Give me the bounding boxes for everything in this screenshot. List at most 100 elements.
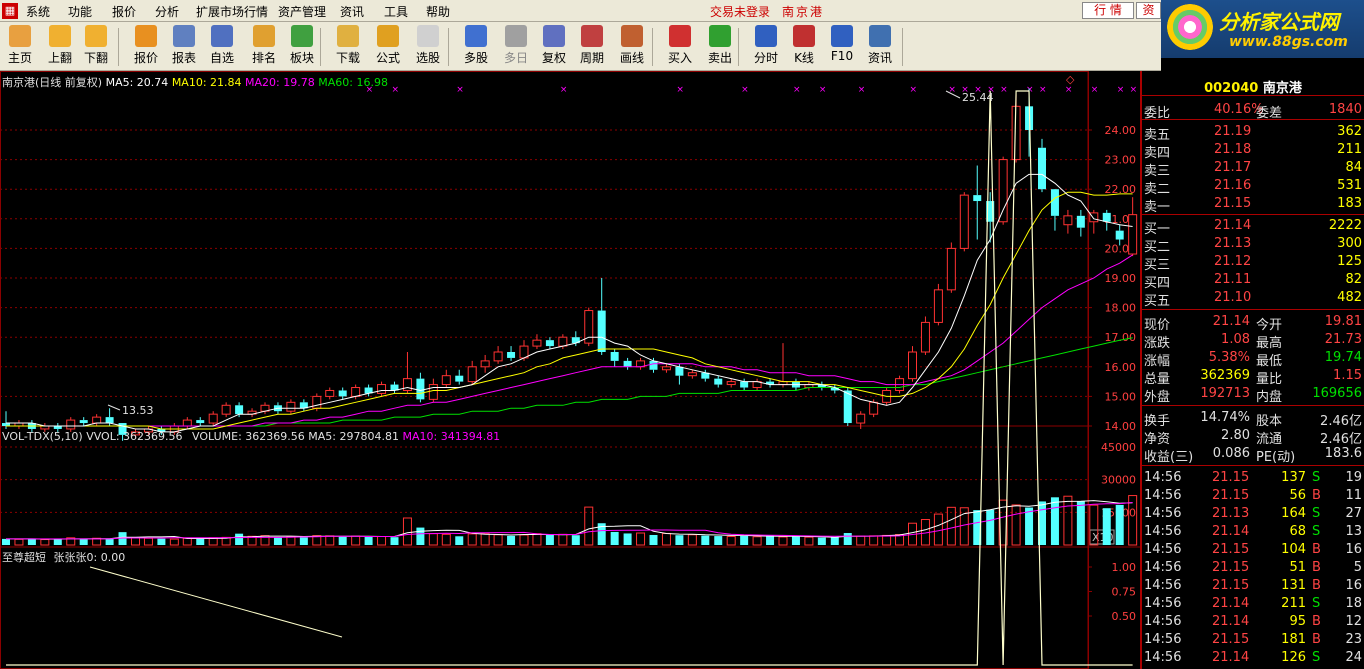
candle-body: [597, 310, 606, 352]
signal-marker: ×: [1130, 85, 1138, 95]
volume-bar: [610, 531, 619, 545]
toolbar-button-f8[interactable]: 周期: [574, 24, 610, 68]
sell-icon: [709, 25, 731, 47]
menu-item-analysis[interactable]: 分析: [155, 3, 179, 20]
volume-bar: [661, 532, 671, 546]
volume-bar: [299, 537, 308, 545]
panel-divider: [1142, 214, 1364, 215]
tick-volume: 68: [1289, 524, 1306, 539]
toolbar-button-intraday[interactable]: 分时: [748, 24, 784, 68]
blocks-icon: [291, 25, 313, 47]
toolbar: 主页 上翻 下翻 报价 报表 自选 排名 板块 下载 公式 选股 多股 多日 复权 周期 画线 买入 卖出 分时 K线…: [0, 22, 1161, 71]
toolbar-separator: [902, 28, 903, 66]
intraday-icon: [755, 25, 777, 47]
toolbar-button-sell[interactable]: 卖出: [702, 24, 738, 68]
multi-stock-icon: [465, 25, 487, 47]
kline-chart[interactable]: 24.0023.0022.0021.0020.0019.0018.0017.00…: [0, 71, 1140, 669]
candle-body: [467, 366, 477, 383]
candle-body: [351, 387, 361, 397]
toolbar-button-report[interactable]: 报表: [166, 24, 202, 68]
tick-time: 14:56: [1144, 542, 1182, 557]
candle-body: [740, 381, 749, 388]
order-volume: 125: [1337, 254, 1362, 269]
tick-direction: S: [1312, 470, 1321, 485]
order-volume: 2222: [1328, 218, 1362, 233]
menu-item-news[interactable]: 资讯: [340, 3, 364, 20]
toolbar-label: 卖出: [707, 51, 732, 65]
menu-item-system[interactable]: 系统: [26, 3, 50, 20]
volume-bar: [14, 538, 24, 546]
toolbar-button-kline[interactable]: K线: [786, 24, 822, 68]
toolbar-button-home[interactable]: 主页: [2, 24, 38, 68]
buy-order-row: 买四 21.11 82: [1142, 271, 1364, 291]
vvol-legend: VVOL: 362369.56: [86, 430, 183, 443]
tick-price: 21.15: [1212, 542, 1250, 557]
signal-marker: ×: [1039, 85, 1047, 95]
menu-item-quote[interactable]: 报价: [112, 3, 136, 20]
toolbar-button-buy[interactable]: 买入: [662, 24, 698, 68]
current-stock-name: 南京港: [782, 5, 825, 19]
asset-mode-button[interactable]: 资: [1136, 2, 1161, 19]
tick-time: 14:56: [1144, 560, 1182, 575]
order-price: 21.10: [1214, 290, 1252, 305]
stat-label: 收益(三): [1144, 450, 1194, 465]
toolbar-button-arrow-up[interactable]: 上翻: [42, 24, 78, 68]
toolbar-button-yen[interactable]: 报价: [128, 24, 164, 68]
volume-bar: [532, 533, 542, 546]
toolbar-button-f10[interactable]: F10: [824, 24, 860, 68]
trade-login-status[interactable]: 交易未登录: [710, 3, 770, 20]
toolbar-button-f6[interactable]: 自选: [204, 24, 240, 68]
volume-bar: [507, 535, 516, 545]
candle-body: [623, 360, 632, 367]
tick-volume: 181: [1281, 632, 1306, 647]
volume-bar: [131, 537, 140, 546]
candle-body: [973, 195, 982, 202]
menu-item-asset-management[interactable]: 资产管理: [278, 3, 326, 20]
menu-item-function[interactable]: 功能: [68, 3, 92, 20]
toolbar-button-formula[interactable]: 公式: [370, 24, 406, 68]
volume-bar: [493, 534, 503, 546]
volume-bar: [778, 536, 788, 546]
volume-ma5-line: [6, 500, 1133, 540]
tick-count: 18: [1345, 596, 1362, 611]
stat-value: 362369: [1200, 368, 1250, 383]
formula-icon: [377, 25, 399, 47]
toolbar-button-stock-select[interactable]: 选股: [410, 24, 446, 68]
toolbar-button-ranking[interactable]: 排名: [246, 24, 282, 68]
candle-body: [908, 351, 917, 380]
buy-order-row: 买一 21.14 2222: [1142, 217, 1364, 237]
toolbar-button-arrow-down[interactable]: 下翻: [78, 24, 114, 68]
menu-item-extended-market[interactable]: 扩展市场行情: [196, 3, 268, 20]
tick-count: 24: [1345, 650, 1362, 665]
menu-item-tools[interactable]: 工具: [384, 3, 408, 20]
site-banner[interactable]: 分析家公式网 www.88gs.com: [1161, 0, 1364, 58]
toolbar-button-download[interactable]: 下载: [330, 24, 366, 68]
toolbar-button-multi-stock[interactable]: 多股: [458, 24, 494, 68]
tick-row: 14:56 21.13 164 S 27: [1142, 505, 1364, 523]
toolbar-button-news[interactable]: 资讯: [862, 24, 898, 68]
quote-mode-button[interactable]: 行 情: [1082, 2, 1134, 19]
toolbar-button-restore-rights[interactable]: 复权: [536, 24, 572, 68]
volume-bar: [1025, 507, 1034, 545]
order-price: 21.16: [1214, 178, 1252, 193]
stat-value: 14.74%: [1200, 410, 1250, 425]
price-axis-label: 15.00: [1105, 390, 1137, 403]
candle-body: [196, 420, 205, 424]
tick-row: 14:56 21.15 137 S 19: [1142, 469, 1364, 487]
chart-area[interactable]: 24.00 23.00 22.00 21.00 20.00 19.00 18.00 17.00…: [0, 71, 1140, 669]
toolbar-button-blocks[interactable]: 板块: [284, 24, 320, 68]
candle-body: [480, 360, 490, 368]
tick-count: 16: [1345, 578, 1362, 593]
price-axis-label: 23.00: [1105, 154, 1137, 167]
volume-bar: [1011, 504, 1021, 546]
indicator-axis-label: 1.00: [1112, 561, 1137, 574]
tick-time: 14:56: [1144, 578, 1182, 593]
menu-item-help[interactable]: 帮助: [426, 3, 450, 20]
volume-bar: [182, 537, 192, 546]
toolbar-button-clock[interactable]: 多日: [498, 24, 534, 68]
indicator-axis-label: 0.50: [1112, 610, 1137, 623]
ma60-line: [6, 337, 1133, 427]
toolbar-button-draw-line[interactable]: 画线: [614, 24, 650, 68]
toolbar-label: 排名: [251, 51, 276, 65]
stat-value: 192713: [1200, 386, 1250, 401]
